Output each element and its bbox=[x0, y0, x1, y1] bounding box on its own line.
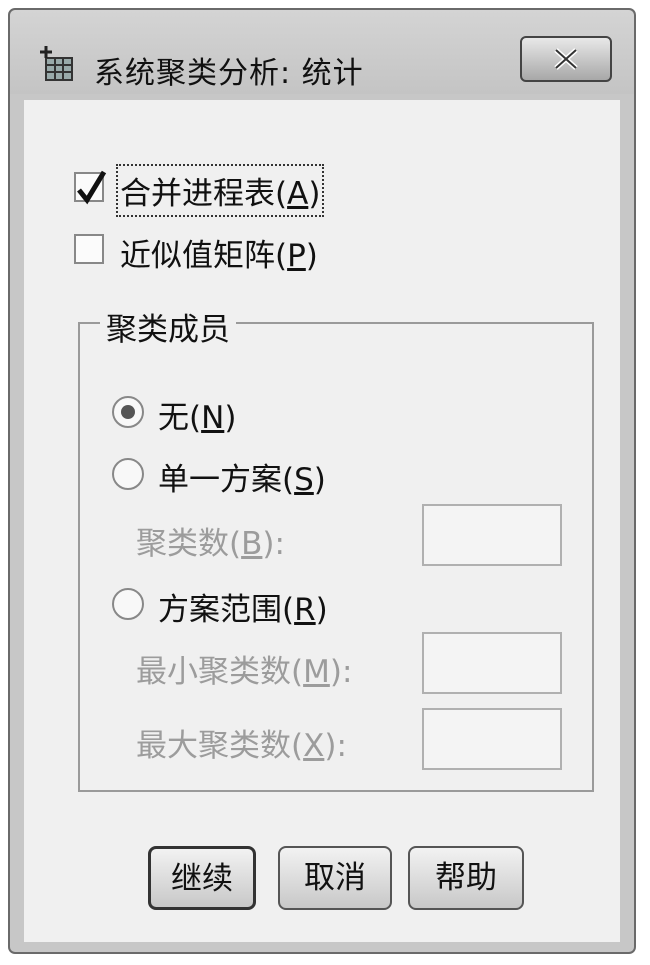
agglomeration-schedule-text: 合并进程表( bbox=[120, 176, 288, 212]
max-clusters-key: X bbox=[303, 728, 325, 764]
none-radio[interactable] bbox=[112, 396, 144, 428]
proximity-matrix-key: P bbox=[287, 238, 306, 274]
max-clusters-input[interactable] bbox=[422, 708, 562, 770]
max-clusters-end: ): bbox=[324, 728, 347, 764]
proximity-matrix-text: 近似值矩阵( bbox=[120, 238, 288, 274]
single-solution-text: 单一方案( bbox=[158, 462, 295, 498]
range-solutions-end: ) bbox=[315, 592, 328, 628]
num-clusters-text: 聚类数( bbox=[136, 526, 242, 562]
min-clusters-end: ): bbox=[329, 654, 353, 690]
proximity-matrix-label[interactable]: 近似值矩阵(P) bbox=[120, 230, 318, 275]
single-solution-label[interactable]: 单一方案(S) bbox=[158, 454, 326, 499]
max-clusters-label: 最大聚类数(X): bbox=[136, 720, 347, 765]
num-clusters-label: 聚类数(B): bbox=[136, 518, 285, 563]
radio-selected-dot bbox=[121, 405, 135, 419]
close-button[interactable] bbox=[520, 36, 612, 82]
single-solution-key: S bbox=[294, 462, 314, 498]
num-clusters-key: B bbox=[241, 526, 263, 562]
min-clusters-input[interactable] bbox=[422, 632, 562, 694]
title-bar[interactable]: 系统聚类分析: 统计 bbox=[10, 10, 634, 94]
min-clusters-text: 最小聚类数( bbox=[136, 654, 304, 690]
agglomeration-schedule-checkbox[interactable] bbox=[74, 170, 107, 205]
dialog-window: 系统聚类分析: 统计 合并进程表(A) 近似值矩阵(P) 聚类成员 无(N) 单… bbox=[8, 8, 636, 954]
help-button[interactable]: 帮助 bbox=[408, 846, 524, 910]
range-solutions-key: R bbox=[294, 592, 316, 628]
window-title: 系统聚类分析: 统计 bbox=[94, 56, 364, 91]
num-clusters-input[interactable] bbox=[422, 504, 562, 566]
none-label[interactable]: 无(N) bbox=[158, 392, 236, 437]
none-text: 无( bbox=[158, 400, 202, 436]
cluster-membership-legend: 聚类成员 bbox=[100, 304, 236, 349]
proximity-matrix-checkbox[interactable] bbox=[74, 234, 104, 264]
app-table-icon bbox=[36, 44, 76, 84]
agglomeration-schedule-label[interactable]: 合并进程表(A) bbox=[115, 164, 325, 217]
single-solution-radio[interactable] bbox=[112, 458, 144, 490]
cancel-button[interactable]: 取消 bbox=[278, 846, 392, 910]
range-solutions-text: 方案范围( bbox=[158, 592, 295, 628]
none-end: ) bbox=[224, 400, 237, 436]
min-clusters-key: M bbox=[303, 654, 330, 690]
single-solution-end: ) bbox=[313, 462, 326, 498]
proximity-matrix-end: ) bbox=[305, 238, 318, 274]
range-solutions-label[interactable]: 方案范围(R) bbox=[158, 584, 328, 629]
max-clusters-text: 最大聚类数( bbox=[136, 728, 304, 764]
min-clusters-label: 最小聚类数(M): bbox=[136, 646, 352, 691]
agglomeration-schedule-end: ) bbox=[308, 176, 321, 212]
num-clusters-end: ): bbox=[262, 526, 285, 562]
agglomeration-schedule-key: A bbox=[287, 176, 309, 212]
dialog-body: 合并进程表(A) 近似值矩阵(P) 聚类成员 无(N) 单一方案(S) 聚类数(… bbox=[24, 100, 620, 942]
none-key: N bbox=[201, 400, 225, 436]
continue-button[interactable]: 继续 bbox=[148, 846, 256, 910]
range-solutions-radio[interactable] bbox=[112, 588, 144, 620]
